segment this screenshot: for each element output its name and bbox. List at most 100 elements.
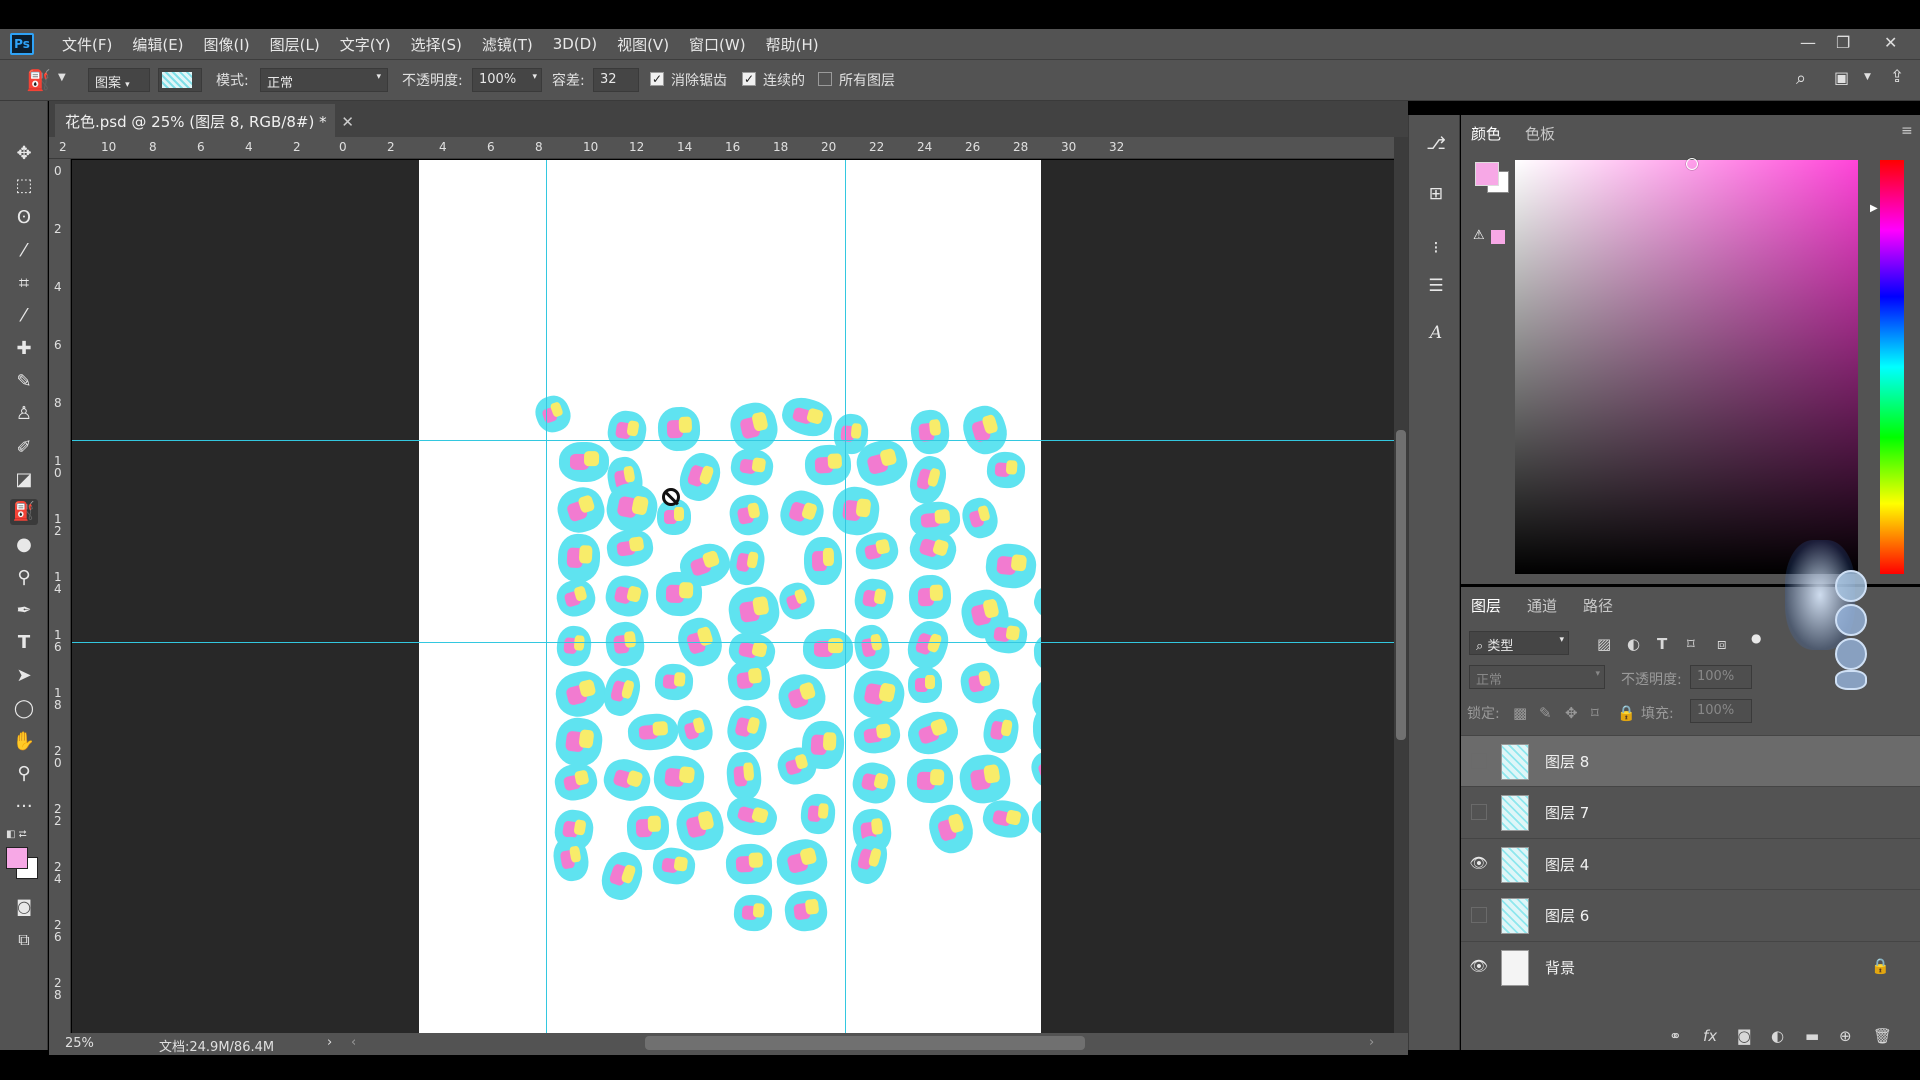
- menu-window[interactable]: 窗口(W): [689, 34, 746, 55]
- new-layer-icon[interactable]: ⊕: [1839, 1027, 1852, 1045]
- share-icon[interactable]: ⇪: [1890, 67, 1904, 87]
- menu-layer[interactable]: 图层(L): [270, 34, 320, 55]
- tolerance-input[interactable]: 32: [593, 68, 639, 92]
- character-panel-icon[interactable]: A: [1423, 320, 1449, 346]
- paint-bucket-preset-icon[interactable]: ⛽: [26, 68, 51, 92]
- out-of-gamut-swatch[interactable]: [1491, 230, 1505, 244]
- foreground-color-chip[interactable]: [1475, 162, 1499, 186]
- link-layers-icon[interactable]: ⚭: [1669, 1027, 1682, 1045]
- brush-icon[interactable]: ✎: [10, 369, 38, 395]
- eye-icon[interactable]: 👁: [1469, 854, 1489, 874]
- filter-toggle-icon[interactable]: ●: [1751, 631, 1761, 645]
- crop-icon[interactable]: ⌗: [10, 271, 38, 297]
- canvas-area[interactable]: [72, 160, 1394, 1033]
- eye-icon[interactable]: 👁: [1469, 957, 1489, 977]
- type-icon[interactable]: T: [10, 630, 38, 656]
- guide-horizontal[interactable]: [72, 440, 1394, 441]
- status-arrow-icon[interactable]: ›: [327, 1035, 332, 1050]
- menu-3d[interactable]: 3D(D): [553, 35, 597, 53]
- history-brush-icon[interactable]: ✐: [10, 435, 38, 461]
- workspace-icon[interactable]: ▣: [1834, 68, 1849, 87]
- delete-layer-icon[interactable]: 🗑: [1873, 1027, 1892, 1045]
- visibility-toggle[interactable]: [1471, 804, 1487, 820]
- adjustment-layer-icon[interactable]: ◐: [1771, 1027, 1784, 1045]
- all-layers-checkbox[interactable]: [818, 72, 832, 86]
- lasso-icon[interactable]: ʘ: [10, 205, 38, 231]
- eyedropper-icon[interactable]: ⁄: [10, 303, 38, 329]
- paint-bucket-icon[interactable]: ⛽: [10, 499, 38, 525]
- contiguous-checkbox[interactable]: ✓: [742, 72, 756, 86]
- screen-mode-icon[interactable]: ⧉: [10, 927, 38, 953]
- layer-row[interactable]: 👁 图层 4: [1461, 838, 1920, 889]
- filter-smart-object-icon[interactable]: ⧈: [1717, 635, 1727, 653]
- hue-marker-icon[interactable]: ▶: [1870, 203, 1878, 214]
- warning-icon[interactable]: ⚠: [1473, 228, 1485, 243]
- scroll-left-icon[interactable]: ‹: [351, 1035, 356, 1050]
- blur-icon[interactable]: ●: [10, 532, 38, 558]
- scroll-right-icon[interactable]: ›: [1369, 1035, 1374, 1050]
- document-tab[interactable]: 花色.psd @ 25% (图层 8, RGB/8#) * ✕: [55, 104, 354, 137]
- antialias-checkbox[interactable]: ✓: [650, 72, 664, 86]
- healing-icon[interactable]: ✚: [10, 336, 38, 362]
- tab-color[interactable]: 颜色: [1471, 123, 1501, 144]
- dodge-icon[interactable]: ⚲: [10, 565, 38, 591]
- layer-style-icon[interactable]: fx: [1703, 1027, 1717, 1045]
- blend-mode-select[interactable]: 正常 ▾: [1469, 665, 1605, 689]
- properties-panel-icon[interactable]: ⊞: [1423, 181, 1449, 207]
- layer-row[interactable]: 图层 8: [1461, 735, 1920, 786]
- close-tab-icon[interactable]: ✕: [341, 113, 354, 131]
- menu-image[interactable]: 图像(I): [204, 34, 250, 55]
- zoom-level[interactable]: 25%: [65, 1036, 94, 1051]
- filter-adjustment-icon[interactable]: ◐: [1627, 635, 1640, 653]
- chevron-down-icon[interactable]: ▼: [1864, 72, 1871, 82]
- filter-shape-icon[interactable]: ⌑: [1687, 635, 1695, 653]
- visibility-toggle[interactable]: [1471, 753, 1487, 769]
- filter-pixel-icon[interactable]: ▨: [1597, 635, 1611, 653]
- minimize-icon[interactable]: —: [1800, 33, 1816, 52]
- layer-row[interactable]: 图层 7: [1461, 786, 1920, 837]
- visibility-toggle[interactable]: [1471, 907, 1487, 923]
- hue-slider[interactable]: [1880, 160, 1904, 574]
- default-colors-icon[interactable]: ◧ ⮂: [6, 829, 27, 840]
- add-mask-icon[interactable]: ◙: [1737, 1027, 1752, 1045]
- restore-icon[interactable]: ❐: [1836, 33, 1850, 52]
- pen-icon[interactable]: ✒: [10, 598, 38, 624]
- lock-transparent-icon[interactable]: ▩: [1513, 704, 1527, 722]
- eraser-icon[interactable]: ◪: [10, 467, 38, 493]
- document-canvas[interactable]: [419, 160, 1041, 1033]
- new-group-icon[interactable]: ▬: [1805, 1027, 1819, 1045]
- fill-source-select[interactable]: 图案 ▾: [88, 68, 150, 92]
- close-window-icon[interactable]: ✕: [1884, 33, 1897, 52]
- horizontal-scrollbar-thumb[interactable]: [645, 1036, 1085, 1050]
- color-field[interactable]: [1515, 158, 1858, 574]
- move-icon[interactable]: ✥: [10, 141, 38, 167]
- lock-artboard-icon[interactable]: ⌑: [1591, 704, 1599, 722]
- lock-all-icon[interactable]: 🔒: [1617, 704, 1636, 722]
- lock-position-icon[interactable]: ✥: [1565, 704, 1578, 722]
- color-picker-ring[interactable]: [1686, 158, 1698, 170]
- zoom-icon[interactable]: ⚲: [10, 761, 38, 787]
- marquee-icon[interactable]: ⬚: [10, 173, 38, 199]
- search-icon[interactable]: ⌕: [1796, 68, 1806, 89]
- vertical-scrollbar-thumb[interactable]: [1396, 430, 1406, 740]
- menu-type[interactable]: 文字(Y): [340, 34, 391, 55]
- menu-filter[interactable]: 滤镜(T): [482, 34, 533, 55]
- opacity-input[interactable]: 100% ▾: [472, 68, 542, 92]
- menu-file[interactable]: 文件(F): [62, 34, 112, 55]
- tab-channels[interactable]: 通道: [1527, 595, 1557, 616]
- menu-select[interactable]: 选择(S): [411, 34, 462, 55]
- menu-edit[interactable]: 编辑(E): [132, 34, 183, 55]
- tab-paths[interactable]: 路径: [1583, 595, 1613, 616]
- layer-row[interactable]: 图层 6: [1461, 889, 1920, 940]
- ellipse-icon[interactable]: ◯: [10, 696, 38, 722]
- stamp-icon[interactable]: ♙: [10, 401, 38, 427]
- more-icon[interactable]: ···: [10, 794, 38, 820]
- layer-filter-select[interactable]: ⌕ 类型 ▾: [1469, 631, 1569, 655]
- quick-mask-icon[interactable]: ◙: [10, 894, 38, 920]
- brush-settings-icon[interactable]: ⁝: [1423, 235, 1449, 261]
- guide-vertical[interactable]: [546, 160, 547, 1033]
- chevron-down-icon[interactable]: ▼: [58, 72, 66, 83]
- path-select-icon[interactable]: ➤: [10, 663, 38, 689]
- mode-select[interactable]: 正常 ▾: [260, 68, 388, 92]
- tab-layers[interactable]: 图层: [1471, 595, 1501, 616]
